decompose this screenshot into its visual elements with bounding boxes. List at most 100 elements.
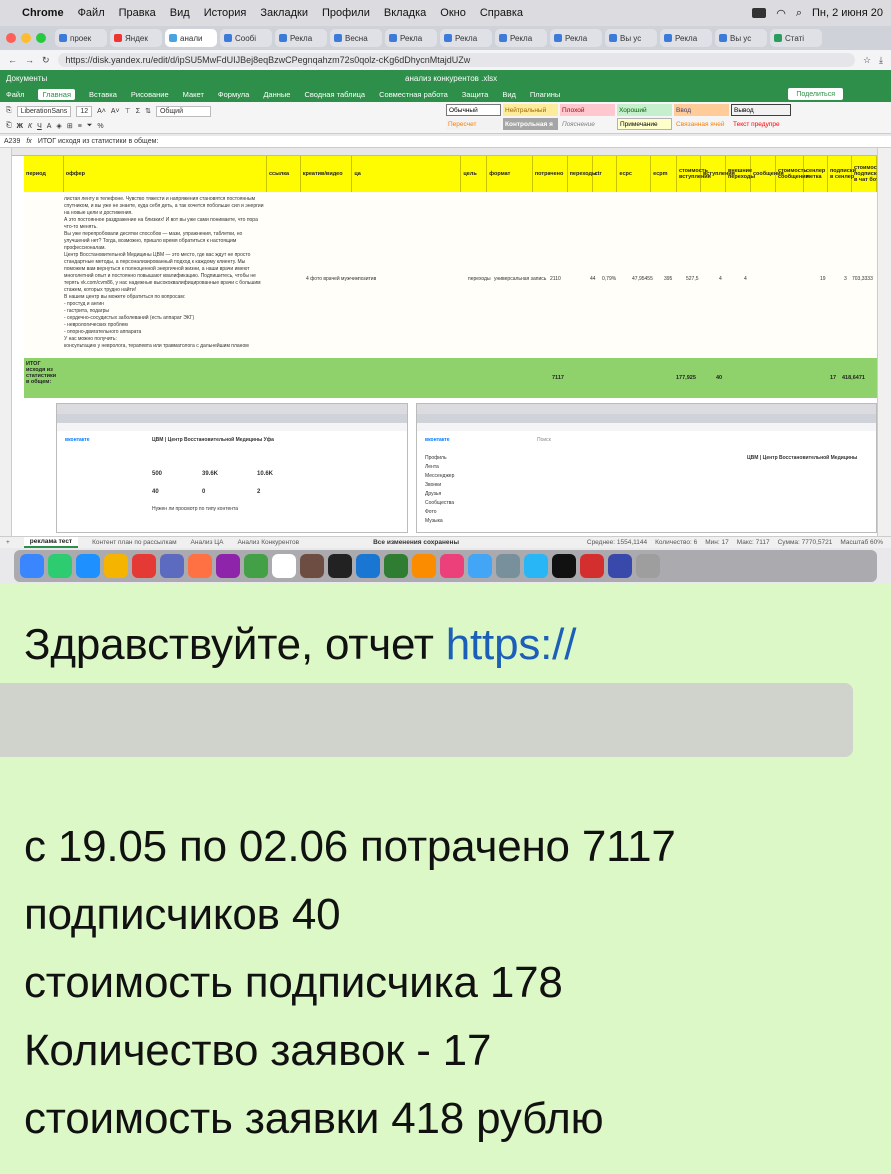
header-cell[interactable]: ecpm [651, 156, 677, 192]
shrink-font-icon[interactable]: A˅ [111, 108, 120, 115]
zoom-window-button[interactable] [36, 33, 46, 43]
header-cell[interactable]: сенлер метка [804, 156, 828, 192]
browser-tab[interactable]: Яндек [110, 29, 162, 47]
total-label-cell[interactable]: ИТОГ исходя из статистики в общем: [26, 361, 56, 385]
header-cell[interactable]: внешние переходы [726, 156, 755, 192]
style-input[interactable]: Ввод [674, 104, 729, 116]
spreadsheet-grid[interactable]: период оффер ссылка креатив/видео ца цел… [12, 148, 877, 536]
style-bad[interactable]: Плохой [560, 104, 615, 116]
close-window-button[interactable] [6, 33, 16, 43]
browser-tab[interactable]: Рекла [440, 29, 492, 47]
menubar-item[interactable]: История [204, 7, 247, 19]
browser-tab[interactable]: Вы ус [715, 29, 767, 47]
menu-item[interactable]: Данные [263, 90, 290, 99]
calendar-icon[interactable] [272, 554, 296, 578]
style-check-cell[interactable]: Контрольная я [503, 118, 558, 130]
total-row[interactable]: ИТОГ исходя из статистики в общем: 7117 … [24, 358, 877, 398]
back-icon[interactable]: ← [8, 55, 17, 65]
bold-icon[interactable]: Ж [17, 123, 23, 130]
menubar-item[interactable]: Вкладка [384, 7, 426, 19]
header-cell[interactable]: переходы [568, 156, 597, 192]
forward-icon[interactable]: → [25, 55, 34, 65]
header-cell[interactable]: креатив/видео [301, 156, 353, 192]
total-spent-cell[interactable]: 7117 [552, 375, 564, 381]
percent-icon[interactable]: % [97, 123, 103, 130]
borders-icon[interactable]: ⊞ [67, 122, 73, 130]
header-cell[interactable]: стоимость сообщения [776, 156, 809, 192]
header-cell[interactable]: стоимость подписки в чат бот [852, 156, 877, 192]
style-explanatory[interactable]: Пояснение [560, 118, 615, 130]
ext-clicks-cell[interactable]: 4 [744, 276, 747, 282]
facetime-icon[interactable] [244, 554, 268, 578]
senler-subs-cell[interactable]: 19 [820, 276, 826, 282]
sum-icon[interactable]: Σ [136, 108, 140, 115]
header-cell[interactable]: ца [352, 156, 462, 192]
ctr-cell[interactable]: 0,79% [602, 276, 616, 282]
notes-icon[interactable] [300, 554, 324, 578]
header-cell[interactable]: ecpc [617, 156, 652, 192]
ecpc-cell[interactable]: 47,95455 [632, 276, 653, 282]
report-link[interactable]: https:// [446, 620, 577, 669]
menu-item[interactable]: Плагины [530, 90, 560, 99]
menubar-datetime[interactable]: Пн, 2 июня 20 [812, 7, 883, 19]
keynote-icon[interactable] [356, 554, 380, 578]
settings-icon[interactable] [496, 554, 520, 578]
reload-icon[interactable]: ↻ [42, 55, 50, 66]
joins-cell[interactable]: 4 [719, 276, 722, 282]
header-cell[interactable]: потрачено [533, 156, 568, 192]
menubar-item[interactable]: Файл [78, 7, 105, 19]
style-normal[interactable]: Обычный [446, 104, 501, 116]
align-left-icon[interactable]: ≡ [78, 123, 82, 130]
appstore-icon[interactable] [468, 554, 492, 578]
header-cell[interactable]: ctr [593, 156, 618, 192]
browser-tab[interactable]: Рекла [660, 29, 712, 47]
music-icon[interactable] [440, 554, 464, 578]
menubar-app-name[interactable]: Chrome [22, 7, 64, 19]
header-cell[interactable]: период [24, 156, 64, 192]
chrome-icon[interactable] [104, 554, 128, 578]
sheet-tab[interactable]: Анализ ЦА [191, 539, 224, 546]
sheet-tab[interactable]: Контент план по рассылкам [92, 539, 176, 546]
total-request-cost-cell[interactable]: 418,6471 [842, 375, 865, 381]
style-neutral[interactable]: Нейтральный [503, 104, 558, 116]
font-size-select[interactable]: 12 [76, 105, 93, 117]
fill-color-icon[interactable]: ◈ [56, 122, 61, 130]
minimize-window-button[interactable] [21, 33, 31, 43]
app-icon[interactable] [580, 554, 604, 578]
join-cost-cell[interactable]: 527,5 [686, 276, 699, 282]
menubar-item[interactable]: Закладки [260, 7, 308, 19]
browser-tab[interactable]: Сообі [220, 29, 272, 47]
browser-tab[interactable]: Рекла [550, 29, 602, 47]
share-button[interactable]: Поделиться [788, 88, 843, 100]
header-cell[interactable]: стоимость вступления [677, 156, 711, 192]
header-cell[interactable]: оффер [64, 156, 267, 192]
sheet-tab[interactable]: Анализ Конкурентов [237, 539, 299, 546]
function-icon[interactable]: fx [26, 138, 31, 145]
header-cell[interactable]: ссылка [267, 156, 301, 192]
download-icon[interactable]: ⤓ [879, 55, 883, 66]
goal-cell[interactable]: переходы [468, 276, 491, 282]
menu-item[interactable]: Защита [462, 90, 489, 99]
style-output[interactable]: Вывод [731, 104, 791, 116]
align-top-icon[interactable]: ⊤ [125, 107, 131, 115]
italic-icon[interactable]: К [28, 123, 32, 130]
audience-cell[interactable]: позитив [358, 276, 376, 282]
cell-reference[interactable]: A239 [4, 138, 20, 145]
browser-tab[interactable]: Рекла [385, 29, 437, 47]
photos-icon[interactable] [216, 554, 240, 578]
app-icon[interactable] [608, 554, 632, 578]
header-cell[interactable]: вступления [701, 156, 735, 192]
sub-cost-cell[interactable]: 3 [844, 276, 847, 282]
header-cell[interactable]: подписки в сенлер [828, 156, 856, 192]
menu-item[interactable]: Файл [6, 90, 24, 99]
menu-item[interactable]: Макет [183, 90, 204, 99]
zoom-level[interactable]: Масштаб 60% [840, 539, 883, 546]
browser-tab[interactable]: Весна [330, 29, 382, 47]
safari-icon[interactable] [76, 554, 100, 578]
menu-item[interactable]: Сводная таблица [304, 90, 365, 99]
offer-cell[interactable]: листая ленту в телефоне. Чувство тяжести… [64, 196, 269, 350]
browser-tab[interactable]: Рекла [495, 29, 547, 47]
clicks-cell[interactable]: 44 [590, 276, 596, 282]
pages-icon[interactable] [412, 554, 436, 578]
browser-tab[interactable]: проек [55, 29, 107, 47]
